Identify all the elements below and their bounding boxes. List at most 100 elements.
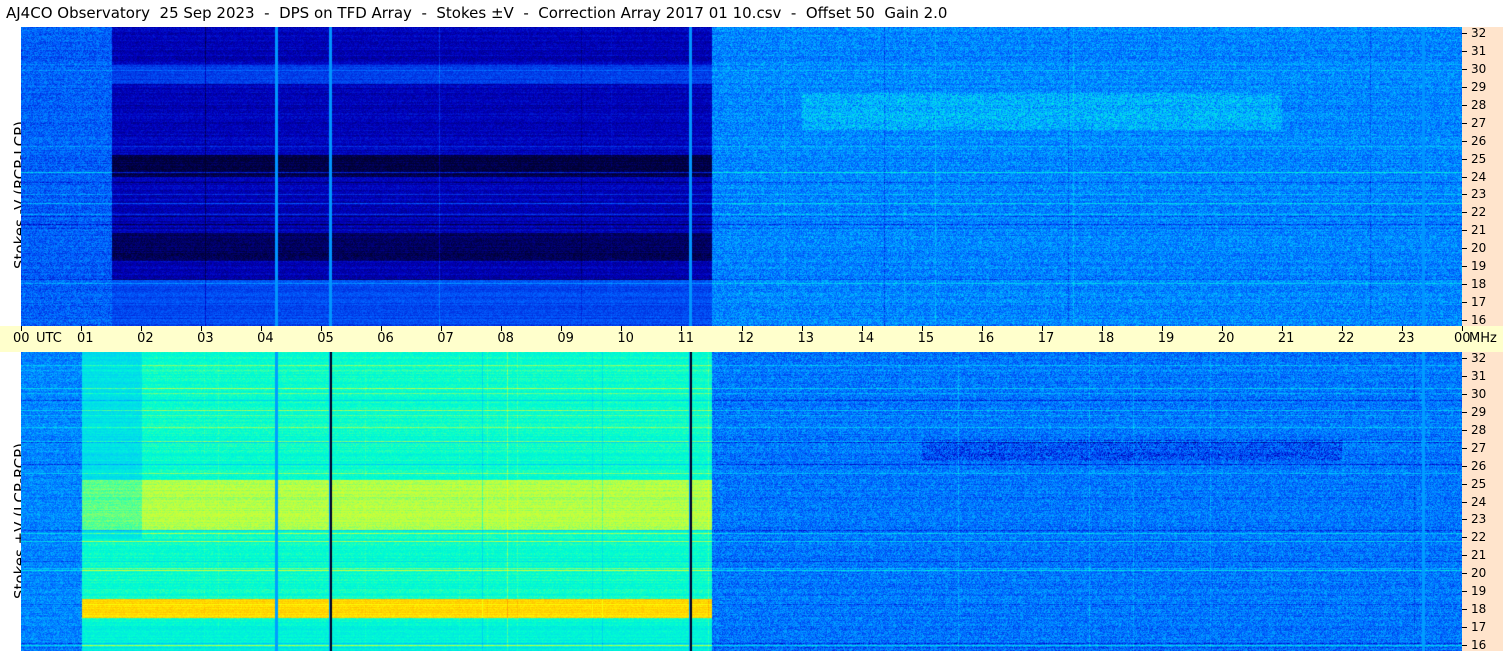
- time-tick: [1101, 326, 1103, 331]
- freq-tick-label: 31: [1471, 43, 1487, 58]
- time-tick: [621, 326, 623, 331]
- time-axis: 00 UTC 01 02 03 04 05 06 07 08 09 10 11 12 13 14 15 16 17 1…: [0, 326, 1503, 352]
- freq-tick-label: 23: [1471, 187, 1487, 202]
- freq-tick: [1462, 68, 1467, 70]
- time-tick: [441, 326, 443, 331]
- freq-tick: [1462, 122, 1467, 124]
- freq-tick: [1462, 465, 1467, 467]
- time-tick-label: 23: [1397, 331, 1415, 346]
- freq-tick-label: 18: [1471, 277, 1487, 292]
- freq-tick: [1462, 555, 1467, 557]
- freq-tick-label: 24: [1471, 494, 1487, 509]
- time-tick-label: 22: [1337, 331, 1355, 346]
- freq-tick-label: 20: [1471, 566, 1487, 581]
- freq-tick: [1462, 358, 1467, 359]
- freq-tick-label: 30: [1471, 386, 1487, 401]
- freq-tick: [1462, 302, 1467, 304]
- time-tick-label: 11: [677, 331, 694, 346]
- time-tick: [261, 326, 263, 331]
- freq-tick: [1462, 140, 1467, 142]
- time-tick-label: 15: [917, 331, 935, 346]
- time-tick-label: 07: [437, 331, 454, 346]
- freq-tick-label: 19: [1471, 584, 1487, 599]
- freq-tick-label: 24: [1471, 169, 1487, 184]
- freq-tick-label: 16: [1471, 313, 1487, 327]
- freq-tick: [1462, 645, 1467, 646]
- time-tick: [201, 326, 203, 331]
- freq-tick: [1462, 50, 1467, 52]
- freq-tick-label: 22: [1471, 530, 1487, 545]
- time-tick: [741, 326, 743, 331]
- freq-tick-label: 25: [1471, 151, 1487, 166]
- chart-title: AJ4CO Observatory 25 Sep 2023 - DPS on T…: [6, 4, 948, 22]
- bottom-spectrogram: [21, 352, 1462, 651]
- time-tick: [861, 326, 863, 331]
- time-tick-label: 03: [197, 331, 214, 346]
- time-tick: [1161, 326, 1163, 331]
- freq-tick: [1462, 104, 1467, 106]
- freq-tick-label: 17: [1471, 620, 1487, 635]
- freq-tick: [1462, 393, 1467, 395]
- time-tick-label: 06: [377, 331, 394, 346]
- time-tick-label: 21: [1277, 331, 1295, 346]
- time-tick-label: 17: [1037, 331, 1055, 346]
- freq-tick-label: 27: [1471, 115, 1487, 130]
- time-tick: [321, 326, 323, 331]
- time-tick-label: 16: [977, 331, 995, 346]
- freq-tick-label: 21: [1471, 223, 1487, 238]
- freq-tick-label: 17: [1471, 295, 1487, 310]
- time-tick-label: 08: [497, 331, 514, 346]
- freq-tick: [1462, 537, 1467, 539]
- time-tick: [501, 326, 503, 331]
- top-spectrogram-canvas: [21, 27, 1462, 326]
- freq-tick: [1462, 609, 1467, 611]
- time-tick: [81, 326, 83, 331]
- freq-tick-label: 22: [1471, 205, 1487, 220]
- freq-tick-label: 32: [1471, 26, 1487, 40]
- freq-tick: [1462, 320, 1467, 321]
- time-tick: [981, 326, 983, 331]
- freq-tick-label: 25: [1471, 476, 1487, 491]
- freq-tick-label: 26: [1471, 458, 1487, 473]
- freq-tick-label: 28: [1471, 97, 1487, 112]
- time-tick-label: 09: [557, 331, 574, 346]
- freq-tick: [1462, 447, 1467, 449]
- freq-tick: [1462, 230, 1467, 232]
- freq-tick-label: 32: [1471, 351, 1487, 365]
- freq-tick: [1462, 284, 1467, 286]
- time-tick: [381, 326, 383, 331]
- time-tick-label: 04: [257, 331, 274, 346]
- freq-tick: [1462, 429, 1467, 431]
- bottom-frequency-axis: 32 31 30 29 28 27 26 25 24 23 22 21 20 19 18 17 16: [1462, 352, 1503, 651]
- freq-tick-label: 19: [1471, 259, 1487, 274]
- time-tick-label: 12: [737, 331, 755, 346]
- time-tick: [801, 326, 803, 331]
- time-tick-label: 02: [137, 331, 154, 346]
- time-tick: [1041, 326, 1043, 331]
- freq-tick-label: 18: [1471, 602, 1487, 617]
- freq-tick: [1462, 158, 1467, 160]
- time-tick-label: 18: [1097, 331, 1115, 346]
- top-spectrogram: [21, 27, 1462, 326]
- time-tick-label: 19: [1157, 331, 1175, 346]
- top-frequency-axis: 32 31 30 29 28 27 26 25 24 23 22 21 20 19 18 17 16: [1462, 27, 1503, 326]
- freq-tick: [1462, 266, 1467, 268]
- freq-tick: [1462, 573, 1467, 575]
- time-tick: [561, 326, 563, 331]
- freq-tick: [1462, 176, 1467, 178]
- freq-tick-label: 26: [1471, 133, 1487, 148]
- time-tick-label: 10: [617, 331, 634, 346]
- time-tick-label: 05: [317, 331, 334, 346]
- freq-tick-label: 29: [1471, 79, 1487, 94]
- time-tick: [1221, 326, 1223, 331]
- time-tick-label: MHz: [1469, 331, 1497, 346]
- freq-tick-label: 20: [1471, 241, 1487, 256]
- freq-tick-label: 29: [1471, 404, 1487, 419]
- freq-tick: [1462, 411, 1467, 413]
- time-tick: [21, 326, 22, 331]
- time-tick-label: 13: [797, 331, 815, 346]
- freq-tick-label: 23: [1471, 512, 1487, 527]
- freq-tick-label: 30: [1471, 61, 1487, 76]
- freq-tick: [1462, 33, 1467, 34]
- freq-tick: [1462, 248, 1467, 250]
